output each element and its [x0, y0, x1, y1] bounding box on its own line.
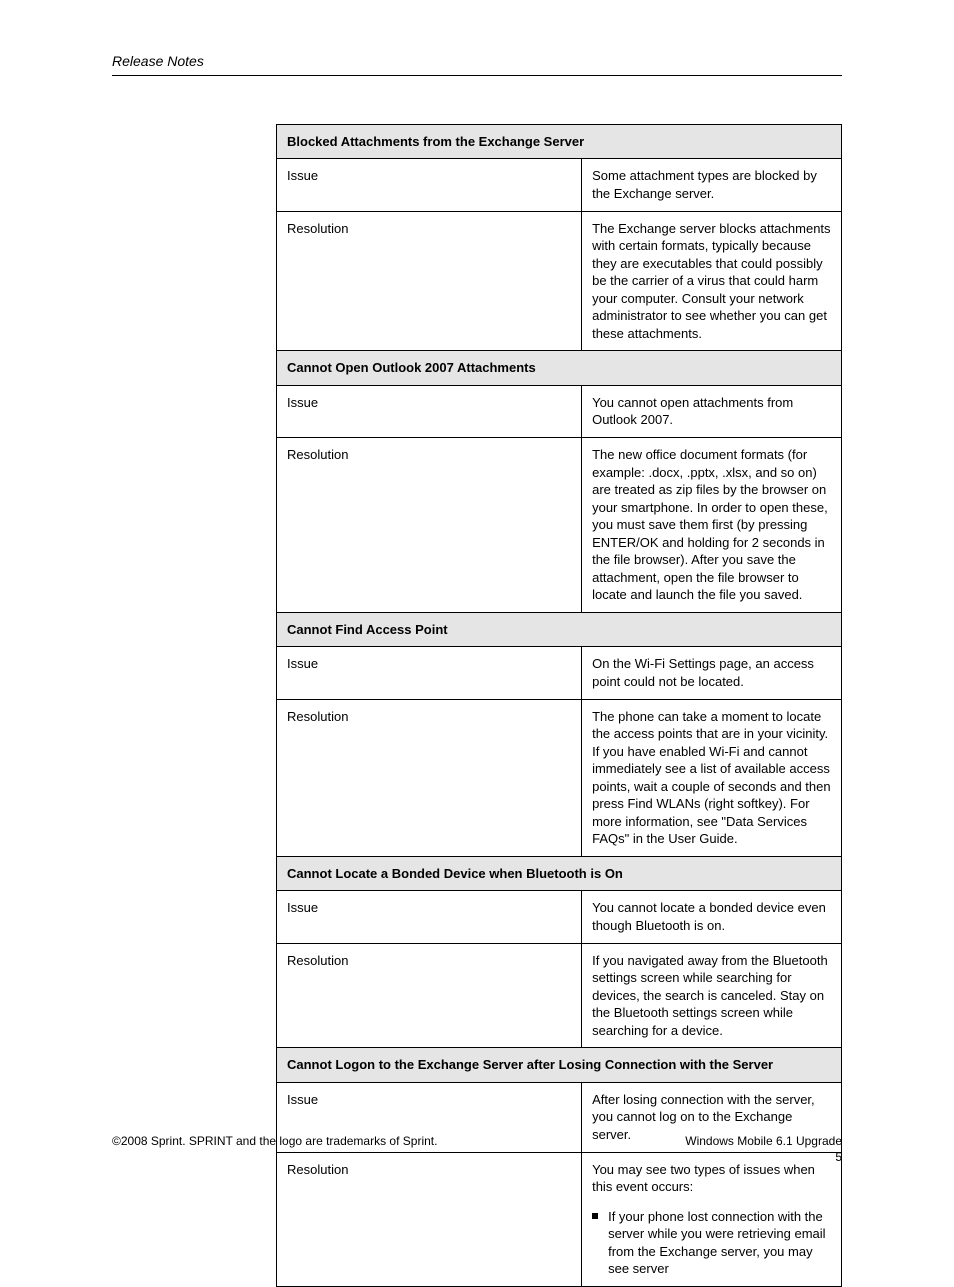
header-rule	[112, 75, 842, 76]
issue-text: Some attachment types are blocked by the…	[582, 159, 842, 211]
content-table-wrap: Blocked Attachments from the Exchange Se…	[276, 124, 842, 1287]
resolution-text: The phone can take a moment to locate th…	[582, 699, 842, 856]
resolution-bullet: If your phone lost connection with the s…	[592, 1208, 831, 1278]
footer-right-line1: Windows Mobile 6.1 Upgrade	[685, 1133, 842, 1149]
resolution-label: Resolution	[277, 438, 582, 613]
section-header: Cannot Find Access Point	[277, 612, 842, 647]
square-bullet-icon	[592, 1213, 598, 1219]
section-header: Blocked Attachments from the Exchange Se…	[277, 124, 842, 159]
section-header: Cannot Logon to the Exchange Server afte…	[277, 1048, 842, 1083]
content-table: Blocked Attachments from the Exchange Se…	[276, 124, 842, 1287]
resolution-bullet-text: If your phone lost connection with the s…	[608, 1208, 831, 1278]
issue-label: Issue	[277, 647, 582, 699]
resolution-intro: You may see two types of issues when thi…	[592, 1161, 831, 1196]
resolution-label: Resolution	[277, 1152, 582, 1286]
issue-text: You cannot locate a bonded device even t…	[582, 891, 842, 943]
section-header: Cannot Open Outlook 2007 Attachments	[277, 351, 842, 386]
issue-label: Issue	[277, 385, 582, 437]
footer-right-line2: 5	[685, 1149, 842, 1165]
resolution-text: The new office document formats (for exa…	[582, 438, 842, 613]
issue-text: You cannot open attachments from Outlook…	[582, 385, 842, 437]
resolution-text: You may see two types of issues when thi…	[582, 1152, 842, 1286]
resolution-label: Resolution	[277, 211, 582, 351]
page-footer: ©2008 Sprint. SPRINT and the logo are tr…	[112, 1133, 842, 1165]
issue-label: Issue	[277, 159, 582, 211]
resolution-label: Resolution	[277, 943, 582, 1048]
resolution-text: The Exchange server blocks attachments w…	[582, 211, 842, 351]
footer-left: ©2008 Sprint. SPRINT and the logo are tr…	[112, 1133, 437, 1165]
issue-text: On the Wi-Fi Settings page, an access po…	[582, 647, 842, 699]
section-header: Cannot Locate a Bonded Device when Bluet…	[277, 856, 842, 891]
running-title: Release Notes	[112, 52, 842, 71]
resolution-text: If you navigated away from the Bluetooth…	[582, 943, 842, 1048]
resolution-label: Resolution	[277, 699, 582, 856]
issue-label: Issue	[277, 891, 582, 943]
